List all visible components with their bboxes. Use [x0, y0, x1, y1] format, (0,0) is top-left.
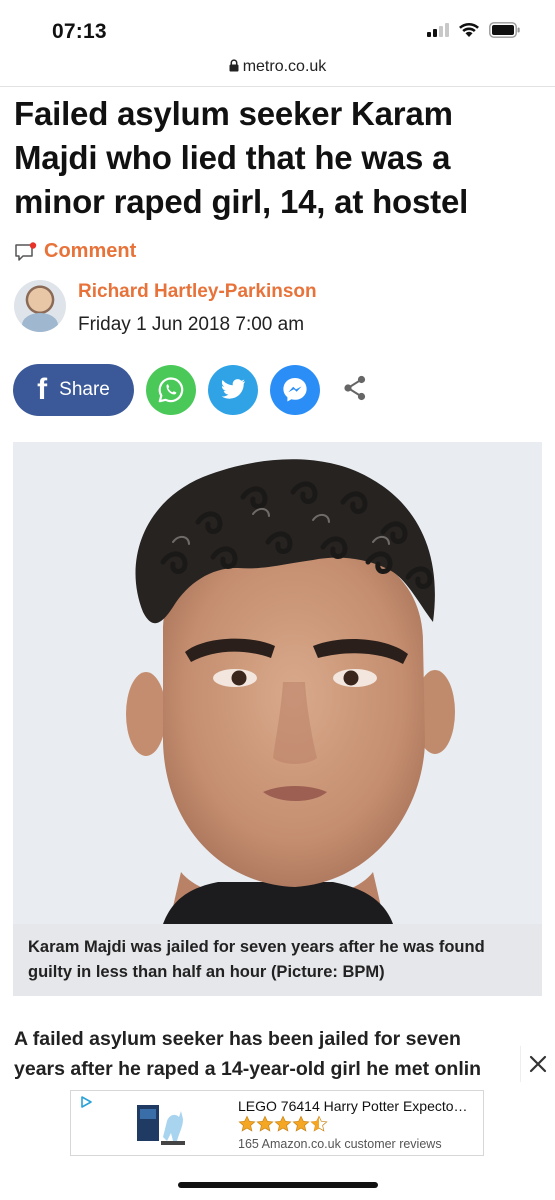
article-photo[interactable] — [13, 442, 542, 924]
url-text: metro.co.uk — [242, 58, 327, 75]
address-bar-divider — [0, 86, 555, 87]
star-icon — [256, 1115, 274, 1132]
article-body: A failed asylum seeker has been jailed f… — [14, 1024, 526, 1084]
ad-banner[interactable]: LEGO 76414 Harry Potter Expecto… 165 Ama… — [70, 1090, 484, 1156]
image-caption: Karam Majdi was jailed for seven years a… — [13, 924, 542, 996]
lock-icon — [229, 59, 239, 72]
star-icon — [274, 1115, 292, 1132]
messenger-icon — [283, 378, 307, 402]
mugshot-image — [13, 442, 542, 924]
half-star-icon — [310, 1115, 328, 1132]
article-body-line: A failed asylum seeker has been jailed f… — [14, 1028, 461, 1050]
author-byline: Richard Hartley-Parkinson Friday 1 Jun 2… — [14, 278, 544, 342]
status-bar: 07:13 — [0, 0, 555, 58]
facebook-icon: f — [37, 373, 48, 406]
cellular-signal-icon — [427, 23, 449, 37]
messenger-share-button[interactable] — [270, 365, 320, 415]
adchoices-icon[interactable] — [79, 1095, 93, 1109]
product-image — [137, 1105, 185, 1145]
publish-date: Friday 1 Jun 2018 7:00 am — [78, 314, 305, 335]
status-time: 07:13 — [52, 20, 107, 43]
share-bar: f Share — [13, 364, 368, 416]
facebook-share-button[interactable]: f Share — [13, 364, 134, 416]
close-icon — [529, 1055, 547, 1073]
battery-icon — [489, 22, 520, 38]
comment-label: Comment — [44, 240, 137, 262]
share-icon — [344, 375, 366, 400]
wifi-icon — [459, 22, 479, 37]
home-indicator[interactable] — [178, 1182, 378, 1188]
ad-rating — [238, 1115, 328, 1133]
status-icons — [427, 22, 521, 38]
author-name[interactable]: Richard Hartley-Parkinson — [78, 281, 317, 303]
ad-review-count: 165 Amazon.co.uk customer reviews — [238, 1137, 442, 1151]
facebook-share-label: Share — [59, 379, 110, 400]
article-body-line: years after he raped a 14-year-old girl … — [14, 1058, 482, 1080]
whatsapp-icon — [158, 377, 184, 403]
author-avatar[interactable] — [14, 280, 66, 332]
close-ad-button[interactable] — [520, 1046, 555, 1082]
twitter-icon — [221, 379, 245, 399]
whatsapp-share-button[interactable] — [146, 365, 196, 415]
star-icon — [292, 1115, 310, 1132]
more-share-button[interactable] — [342, 374, 368, 407]
comment-icon — [15, 241, 37, 261]
comment-link[interactable]: Comment — [14, 240, 136, 263]
ad-product-title[interactable]: LEGO 76414 Harry Potter Expecto… — [238, 1098, 468, 1114]
article-headline: Failed asylum seeker Karam Majdi who lie… — [14, 95, 469, 220]
address-bar[interactable]: metro.co.uk — [0, 58, 555, 84]
star-icon — [238, 1115, 256, 1132]
twitter-share-button[interactable] — [208, 365, 258, 415]
